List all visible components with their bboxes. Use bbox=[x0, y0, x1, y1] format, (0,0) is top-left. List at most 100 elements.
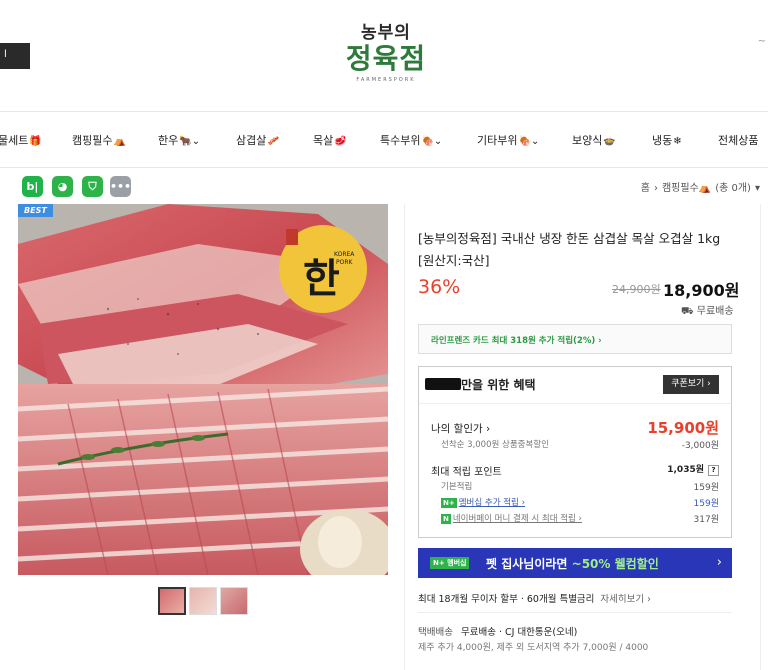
bookmark-button[interactable]: ⛉ bbox=[82, 176, 103, 197]
shipping-value: 무료배송 · CJ 대한통운(오네) bbox=[460, 627, 578, 638]
nav-label: 전체상품 bbox=[718, 134, 759, 147]
nav-item-samgyeopsal[interactable]: 삼겹살🥓 bbox=[236, 132, 280, 148]
nav-label: 목살 bbox=[313, 134, 334, 147]
breadcrumb-sep-icon: › bbox=[653, 183, 658, 194]
nav-label: 한우 bbox=[158, 134, 179, 147]
breadcrumb-home[interactable]: 홈 bbox=[641, 183, 650, 194]
naverpay-icon: N bbox=[441, 514, 451, 524]
pet-promo-banner[interactable]: N+ 멤버십 펫 집사님이라면 ~50% 웰컴할인 › bbox=[418, 548, 732, 578]
card-promo-box[interactable]: 라인프렌즈 카드 최대 318원 추가 적립(2%) › bbox=[418, 324, 732, 354]
nav-item-health-food[interactable]: 보양식🍲 bbox=[572, 132, 616, 148]
membership-points-link[interactable]: 멤버십 추가 적립 › bbox=[459, 498, 525, 508]
left-menu-button[interactable]: l bbox=[0, 43, 30, 69]
cow-icon: 🐂⌄ bbox=[179, 136, 201, 147]
nav-label: 기타부위 bbox=[477, 134, 518, 147]
svg-text:한: 한 bbox=[303, 255, 340, 302]
benefit-divider bbox=[419, 403, 731, 404]
shipping-info: 택배배송 무료배송 · CJ 대한통운(오네) bbox=[418, 624, 577, 638]
nav-label: 냉동 bbox=[652, 134, 673, 147]
original-price: 24,900원 bbox=[612, 283, 661, 296]
nav-item-gift-set[interactable]: 물세트🎁 bbox=[0, 132, 42, 148]
nav-item-hanwoo[interactable]: 한우🐂⌄ bbox=[158, 132, 200, 148]
sub-discount-value: -3,000원 bbox=[681, 441, 719, 451]
breadcrumb: 홈 › 캠핑필수⛺ (총 0개) ▾ bbox=[637, 179, 760, 194]
basic-points-label: 기본적립 bbox=[441, 482, 473, 492]
points-value: 1,035원? bbox=[667, 462, 719, 476]
discount-rate: 36% bbox=[418, 276, 461, 298]
nav-divider bbox=[0, 167, 768, 168]
section-divider bbox=[418, 612, 732, 613]
installment-info: 최대 18개월 무이자 할부 · 60개월 특별금리 자세히보기 › bbox=[418, 591, 651, 605]
snowflake-icon: ❄ bbox=[673, 136, 682, 147]
breadcrumb-category[interactable]: 캠핑필수⛺ bbox=[662, 183, 711, 194]
blog-share-button[interactable]: b| bbox=[22, 176, 43, 197]
my-discount-price: 15,900원 bbox=[647, 419, 719, 437]
nav-label: 보양식 bbox=[572, 134, 603, 147]
nav-item-frozen[interactable]: 냉동❄ bbox=[652, 132, 682, 148]
chevron-right-icon: › bbox=[716, 555, 722, 570]
installment-text: 최대 18개월 무이자 할부 · 60개월 특별금리 bbox=[418, 594, 595, 605]
meat-icon: 🍖⌄ bbox=[518, 136, 540, 147]
card-promo-text: 라인프렌즈 카드 최대 318원 추가 적립(2%) › bbox=[431, 336, 602, 346]
logo-main-text: 정육점 bbox=[345, 42, 427, 75]
site-logo[interactable]: 농부의 정육점 FARMERSPORK bbox=[336, 18, 436, 83]
category-nav: 물세트🎁 캠핑필수⛺ 한우🐂⌄ 삼겹살🥓 목살🥩 특수부위🍖⌄ 기타부위🍖⌄ 보… bbox=[0, 126, 768, 156]
my-discount-link[interactable]: 나의 할인가 › bbox=[431, 421, 490, 436]
steak-icon: 🥩 bbox=[334, 136, 347, 147]
naverpay-points-row[interactable]: N 네이버페이 머니 결제 시 최대 적립 › bbox=[441, 512, 582, 524]
membership-points-row[interactable]: N+ 멤버십 추가 적립 › bbox=[441, 496, 525, 508]
nav-label: 캠핑필수 bbox=[72, 134, 113, 147]
nav-item-all-products[interactable]: 전체상품 bbox=[718, 132, 758, 148]
member-benefit-box: 만을 위한 혜택 쿠폰보기 › 나의 할인가 › 15,900원 선착순 3,0… bbox=[418, 366, 732, 538]
logo-top-text: 농부의 bbox=[361, 23, 411, 43]
best-badge: BEST bbox=[18, 204, 53, 217]
nav-item-camping[interactable]: 캠핑필수⛺ bbox=[72, 132, 126, 148]
help-icon[interactable]: ? bbox=[708, 465, 719, 476]
chevron-down-icon[interactable]: ▾ bbox=[755, 183, 760, 194]
shipping-extra: 제주 추가 4,000원, 제주 외 도서지역 추가 7,000원 / 4000 bbox=[418, 643, 649, 653]
naver-plus-membership-icon: N+ 멤버십 bbox=[430, 557, 470, 569]
nav-label: 물세트 bbox=[0, 134, 29, 147]
naverpay-points-link[interactable]: 네이버페이 머니 결제 시 최대 적립 › bbox=[453, 514, 582, 524]
sale-price: 18,900원 bbox=[663, 281, 740, 300]
gift-icon: 🎁 bbox=[29, 136, 42, 147]
tent-icon: ⛺ bbox=[113, 136, 126, 147]
nav-label: 삼겹살 bbox=[236, 134, 267, 147]
nav-item-other-cuts[interactable]: 기타부위🍖⌄ bbox=[477, 132, 539, 148]
bacon-icon: 🥓 bbox=[267, 136, 280, 147]
thumbnail-3[interactable] bbox=[220, 587, 248, 615]
points-label: 최대 적립 포인트 bbox=[431, 467, 502, 478]
promo-text: 펫 집사님이라면 ~50% 웰컴할인 bbox=[486, 555, 659, 572]
coupon-view-button[interactable]: 쿠폰보기 › bbox=[663, 375, 719, 394]
sub-discount-label: 선착순 3,000원 상품중복할인 bbox=[441, 440, 549, 450]
meat-icon: 🍖⌄ bbox=[421, 136, 443, 147]
product-main-image[interactable]: 한 KOREA PORK bbox=[18, 204, 388, 575]
promo-text-highlight: ~50% 웰컴할인 bbox=[571, 557, 659, 571]
free-shipping-label: ⛟ 무료배송 bbox=[681, 306, 734, 317]
points-amount: 1,035원 bbox=[667, 465, 704, 475]
thumbnail-1[interactable] bbox=[158, 587, 186, 615]
nav-item-moksal[interactable]: 목살🥩 bbox=[313, 132, 347, 148]
pot-icon: 🍲 bbox=[603, 136, 616, 147]
product-title: [농부의정육점] 국내산 냉장 한돈 삼겹살 목살 오겹살 1kg [원산지:국… bbox=[418, 231, 721, 268]
basic-points-value: 159원 bbox=[693, 483, 719, 493]
talk-share-button[interactable]: ◕ bbox=[52, 176, 73, 197]
benefit-title: 만을 위한 혜택 bbox=[425, 376, 536, 393]
promo-text-prefix: 펫 집사님이라면 bbox=[486, 557, 572, 571]
logo-sub-text: FARMERSPORK bbox=[356, 77, 416, 83]
nav-item-special-cuts[interactable]: 특수부위🍖⌄ bbox=[380, 132, 442, 148]
site-header: l 농부의 정육점 FARMERSPORK ~ bbox=[0, 0, 768, 112]
nav-label: 특수부위 bbox=[380, 134, 421, 147]
thumbnail-2[interactable] bbox=[189, 587, 217, 615]
membership-points-value: 159원 bbox=[693, 499, 719, 509]
naver-plus-icon: N+ bbox=[441, 498, 457, 508]
corner-mark: ~ bbox=[757, 36, 766, 47]
installment-more-link[interactable]: 자세히보기 › bbox=[600, 594, 651, 605]
benefit-title-text: 만을 위한 혜택 bbox=[461, 378, 536, 392]
more-options-button[interactable]: ••• bbox=[110, 176, 131, 197]
redacted-username bbox=[425, 378, 461, 390]
svg-text:KOREA: KOREA bbox=[334, 251, 355, 258]
svg-text:PORK: PORK bbox=[336, 259, 354, 266]
breadcrumb-count: (총 0개) bbox=[715, 183, 751, 194]
naverpay-points-value: 317원 bbox=[693, 515, 719, 525]
